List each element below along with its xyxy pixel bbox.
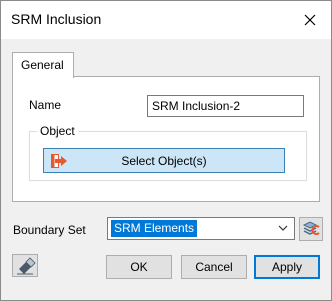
tab-general[interactable]: General [12, 52, 74, 78]
apply-button[interactable]: Apply [254, 255, 320, 279]
clear-button[interactable] [12, 254, 38, 277]
boundary-set-label: Boundary Set [13, 223, 86, 237]
eraser-icon [17, 257, 36, 275]
boundary-set-selected: SRM Elements [111, 220, 198, 237]
object-group-label: Object [37, 124, 78, 138]
chevron-down-icon [278, 225, 288, 231]
close-button[interactable] [297, 7, 323, 33]
srm-inclusion-dialog: SRM Inclusion General Name Object Select… [0, 0, 332, 301]
dialog-title: SRM Inclusion [11, 11, 102, 27]
close-icon [304, 14, 316, 26]
name-label: Name [29, 98, 62, 112]
tab-general-label: General [21, 58, 64, 72]
select-objects-label: Select Object(s) [121, 154, 207, 168]
name-field[interactable] [147, 95, 304, 117]
ok-button[interactable]: OK [106, 255, 172, 279]
select-objects-button[interactable]: Select Object(s) [43, 148, 285, 173]
boundary-set-layers-icon [302, 221, 320, 235]
boundary-set-tool-button[interactable] [299, 217, 323, 241]
title-bar: SRM Inclusion [1, 1, 331, 39]
cancel-button[interactable]: Cancel [181, 255, 247, 279]
boundary-set-dropdown[interactable]: SRM Elements [107, 217, 295, 240]
